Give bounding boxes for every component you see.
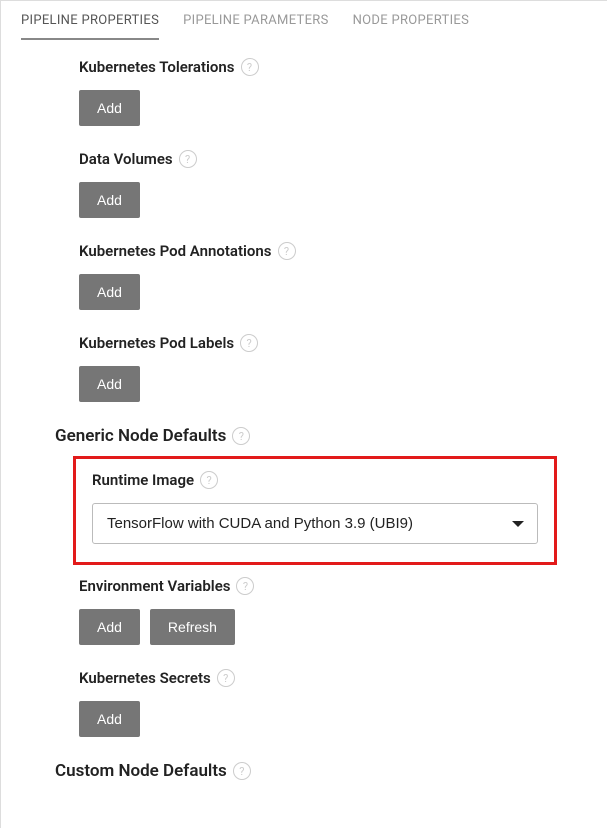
tab-pipeline-parameters[interactable]: PIPELINE PARAMETERS: [183, 9, 329, 40]
add-button-data-volumes[interactable]: Add: [79, 182, 140, 218]
help-icon[interactable]: ?: [236, 577, 254, 595]
section-custom-node-defaults: Custom Node Defaults ?: [55, 761, 587, 781]
label-text: Kubernetes Secrets: [79, 669, 211, 687]
add-button-kubernetes-secrets[interactable]: Add: [79, 701, 140, 737]
label-text: Kubernetes Pod Labels: [79, 334, 234, 352]
label-environment-variables: Environment Variables ?: [79, 577, 587, 595]
label-kubernetes-pod-labels: Kubernetes Pod Labels ?: [79, 334, 587, 352]
section-title-text: Generic Node Defaults: [55, 426, 226, 446]
label-text: Kubernetes Pod Annotations: [79, 242, 272, 260]
help-icon[interactable]: ?: [233, 762, 251, 780]
help-icon[interactable]: ?: [240, 334, 258, 352]
help-icon[interactable]: ?: [232, 427, 250, 445]
add-button-kubernetes-tolerations[interactable]: Add: [79, 90, 140, 126]
help-icon[interactable]: ?: [217, 669, 235, 687]
runtime-image-select[interactable]: TensorFlow with CUDA and Python 3.9 (UBI…: [92, 503, 538, 544]
properties-panel: Kubernetes Tolerations ? Add Data Volume…: [1, 40, 607, 811]
label-kubernetes-pod-annotations: Kubernetes Pod Annotations ?: [79, 242, 587, 260]
highlight-runtime-image: Runtime Image ? TensorFlow with CUDA and…: [73, 456, 557, 565]
add-button-environment-variables[interactable]: Add: [79, 609, 140, 645]
refresh-button-environment-variables[interactable]: Refresh: [150, 609, 235, 645]
label-kubernetes-tolerations: Kubernetes Tolerations ?: [79, 58, 587, 76]
label-text: Kubernetes Tolerations: [79, 58, 235, 76]
label-runtime-image: Runtime Image ?: [92, 471, 538, 489]
help-icon[interactable]: ?: [179, 150, 197, 168]
section-generic-node-defaults: Generic Node Defaults ?: [55, 426, 587, 446]
label-kubernetes-secrets: Kubernetes Secrets ?: [79, 669, 587, 687]
tab-node-properties[interactable]: NODE PROPERTIES: [353, 9, 470, 40]
label-text: Environment Variables: [79, 577, 230, 595]
help-icon[interactable]: ?: [200, 471, 218, 489]
tab-pipeline-properties[interactable]: PIPELINE PROPERTIES: [21, 9, 159, 40]
label-text: Data Volumes: [79, 150, 173, 168]
runtime-image-select-wrap: TensorFlow with CUDA and Python 3.9 (UBI…: [92, 503, 538, 544]
help-icon[interactable]: ?: [241, 58, 259, 76]
add-button-kubernetes-pod-labels[interactable]: Add: [79, 366, 140, 402]
label-text: Runtime Image: [92, 471, 194, 489]
label-data-volumes: Data Volumes ?: [79, 150, 587, 168]
tabs-bar: PIPELINE PROPERTIES PIPELINE PARAMETERS …: [1, 1, 607, 40]
add-button-kubernetes-pod-annotations[interactable]: Add: [79, 274, 140, 310]
help-icon[interactable]: ?: [278, 242, 296, 260]
section-title-text: Custom Node Defaults: [55, 761, 227, 781]
